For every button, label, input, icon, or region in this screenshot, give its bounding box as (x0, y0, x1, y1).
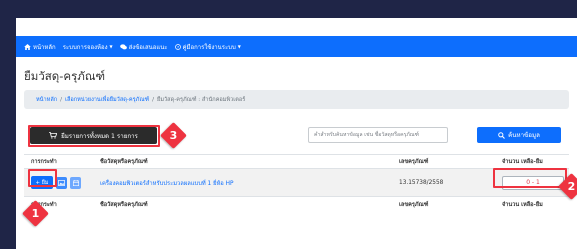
table-header-row: การกระทำ ชื่อวัสดุหรือครุภัณฑ์ เลขครุภัณ… (24, 154, 569, 169)
nav-booking[interactable]: ระบบการจองห้อง ▼ (63, 42, 113, 52)
highlight-borrow-button (28, 169, 57, 187)
search-icon (498, 131, 506, 139)
chat-icon (119, 43, 127, 49)
calendar-button[interactable] (70, 176, 81, 189)
nav-feedback-label: ส่งข้อเสนอแนะ (128, 43, 168, 51)
annotation-number-1: 1 (31, 207, 40, 220)
table-row: + ยืม เครื่องคอมพิวเตอร์สำหรับประมวลผลแบ… (24, 169, 569, 197)
search-button-label: ค้นหาข้อมูล (508, 132, 540, 139)
search-input[interactable]: คำสำหรับค้นหาข้อมูล เช่น ชื่อวัสดุหรือคร… (308, 127, 448, 143)
app-window: หน้าหลัก ระบบการจองห้อง ▼ ส่งข้อเสนอแนะ … (16, 18, 577, 249)
nav-booking-label: ระบบการจองห้อง (62, 43, 108, 51)
nav-manual-label: คู่มือการใช้งานระบบ (182, 43, 236, 51)
image-button[interactable] (56, 176, 67, 189)
chevron-down-icon: ▼ (237, 44, 241, 49)
header-action: การกระทำ (31, 158, 57, 165)
table-footer-row: การกระทำ ชื่อวัสดุหรือครุภัณฑ์ เลขครุภัณ… (24, 197, 569, 212)
top-navbar: หน้าหลัก ระบบการจองห้อง ▼ ส่งข้อเสนอแนะ … (16, 36, 577, 57)
calendar-icon (72, 179, 79, 186)
header-code: เลขครุภัณฑ์ (399, 158, 429, 165)
search-placeholder: คำสำหรับค้นหาข้อมูล เช่น ชื่อวัสดุหรือคร… (314, 132, 419, 138)
highlight-borrow-all (28, 125, 160, 147)
chevron-down-icon: ▼ (109, 44, 113, 49)
search-button[interactable]: ค้นหาข้อมูล (477, 127, 561, 143)
nav-feedback[interactable]: ส่งข้อเสนอแนะ (119, 42, 168, 52)
nav-manual[interactable]: ? คู่มือการใช้งานระบบ ▼ (174, 42, 241, 52)
item-code: 13.15738/2558 (399, 179, 444, 186)
nav-home-label: หน้าหลัก (33, 43, 56, 51)
image-icon (58, 179, 65, 186)
highlight-quantity (493, 168, 567, 188)
breadcrumb-separator: / (60, 96, 63, 103)
items-table: การกระทำ ชื่อวัสดุหรือครุภัณฑ์ เลขครุภัณ… (24, 154, 569, 212)
page-title: ยืมวัสดุ-ครุภัณฑ์ (24, 69, 106, 83)
svg-text:?: ? (176, 44, 178, 49)
breadcrumb-home[interactable]: หน้าหลัก (36, 96, 57, 104)
breadcrumb-separator: / (152, 96, 155, 103)
breadcrumb-select-unit[interactable]: เลือกหน่วยงานเพื่อยืมวัสดุ-ครุภัณฑ์ (65, 96, 149, 104)
breadcrumb: หน้าหลัก / เลือกหน่วยงานเพื่อยืมวัสดุ-คร… (24, 90, 569, 109)
nav-home[interactable]: หน้าหลัก (24, 42, 56, 52)
footer-quantity: จำนวน เหลือ-ยืม (502, 201, 543, 208)
annotation-number-2: 2 (567, 180, 576, 193)
item-name-link[interactable]: เครื่องคอมพิวเตอร์สำหรับประมวลผลแบบที่ 1… (96, 178, 395, 188)
header-quantity: จำนวน เหลือ-ยืม (502, 158, 543, 165)
question-circle-icon: ? (174, 43, 181, 50)
footer-code: เลขครุภัณฑ์ (399, 201, 429, 208)
breadcrumb-current: ยืมวัสดุ-ครุภัณฑ์ : สำนักคอมพิวเตอร์ (157, 96, 246, 103)
home-icon (24, 43, 31, 50)
footer-name: ชื่อวัสดุหรือครุภัณฑ์ (100, 201, 148, 208)
header-name: ชื่อวัสดุหรือครุภัณฑ์ (100, 158, 148, 165)
annotation-number-3: 3 (169, 129, 178, 142)
